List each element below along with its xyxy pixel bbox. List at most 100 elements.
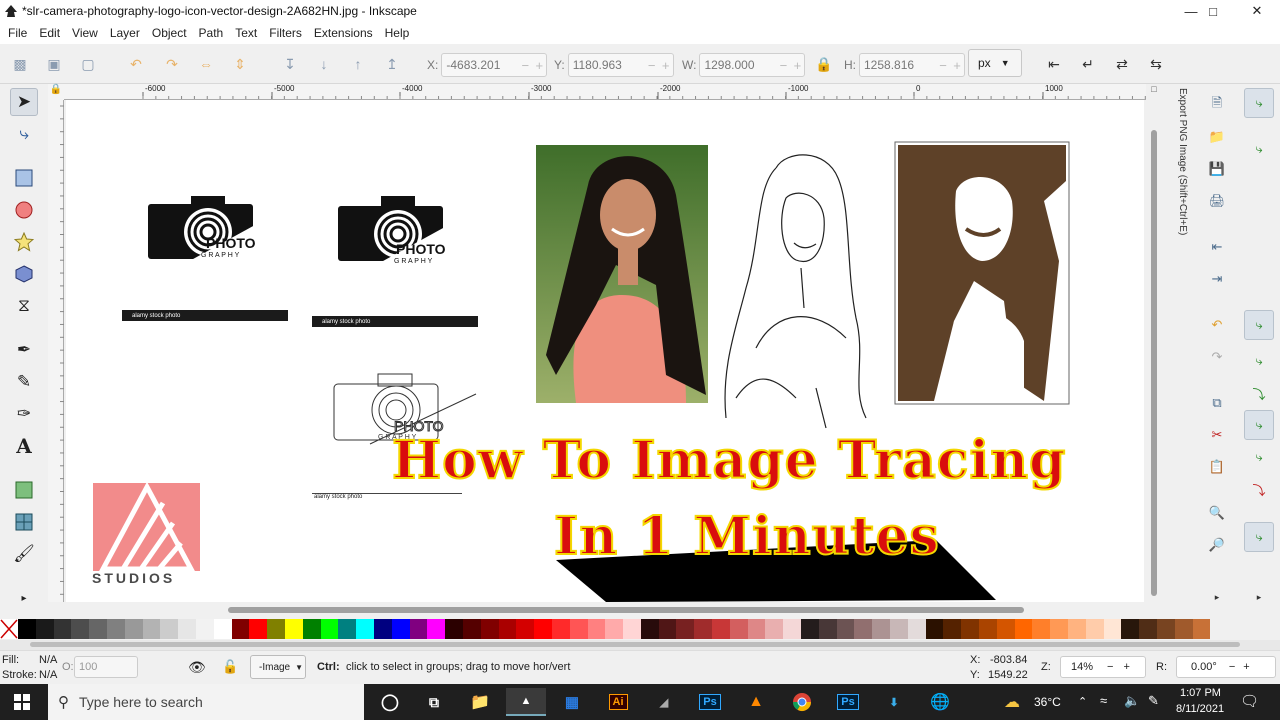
- calligraphy-tool-icon[interactable]: ✑: [10, 400, 38, 428]
- rectangle-tool-icon[interactable]: [10, 164, 38, 192]
- snap-cusp-icon[interactable]: ⤷: [1244, 410, 1274, 440]
- rotate-plus[interactable]: +: [1243, 661, 1249, 673]
- palette-swatch[interactable]: [1139, 619, 1157, 639]
- menu-filters[interactable]: Filters: [265, 26, 310, 40]
- scale-stroke-icon[interactable]: ⇤: [1044, 54, 1064, 74]
- undo-icon[interactable]: ↶: [1206, 314, 1228, 336]
- opacity-field[interactable]: 100: [74, 656, 138, 678]
- menu-view[interactable]: View: [68, 26, 106, 40]
- pencil-tool-icon[interactable]: ✎: [10, 368, 38, 396]
- notifications-icon[interactable]: 🗨: [1240, 692, 1259, 710]
- vertical-scrollbar[interactable]: □: [1146, 84, 1162, 604]
- snap-more-icon[interactable]: ▸: [1248, 586, 1270, 608]
- wifi-icon[interactable]: ≈: [1100, 693, 1107, 708]
- zoom-minus[interactable]: −: [1107, 661, 1113, 673]
- palette-swatch[interactable]: [480, 619, 499, 639]
- palette-swatch[interactable]: [356, 619, 374, 639]
- palette-swatch[interactable]: [676, 619, 695, 639]
- transform-gradients-icon[interactable]: ⇄: [1112, 54, 1132, 74]
- clock-date[interactable]: 8/11/2021: [1176, 703, 1224, 715]
- transform-patterns-icon[interactable]: ⇆: [1146, 54, 1166, 74]
- snap-toggle-icon[interactable]: ⤷: [1244, 88, 1274, 118]
- download-app-icon[interactable]: ⬇: [874, 688, 914, 716]
- palette-swatch[interactable]: [178, 619, 196, 639]
- menu-edit[interactable]: Edit: [35, 26, 68, 40]
- y-plus[interactable]: +: [659, 58, 673, 73]
- weather-icon[interactable]: ☁: [1004, 692, 1020, 712]
- palette-swatch[interactable]: [498, 619, 517, 639]
- w-plus[interactable]: +: [790, 58, 804, 73]
- toggle-visibility-icon[interactable]: 👁: [188, 659, 206, 676]
- y-minus[interactable]: −: [645, 58, 659, 73]
- palette-swatch[interactable]: [747, 619, 766, 639]
- task-view-icon[interactable]: ⧉: [414, 688, 454, 716]
- select-all-icon[interactable]: ▩: [10, 54, 30, 74]
- palette-swatch[interactable]: [142, 619, 161, 639]
- rotate-field[interactable]: 0.00° − +: [1176, 656, 1276, 678]
- palette-swatch[interactable]: [623, 619, 641, 639]
- snap-paths-icon[interactable]: ⤷: [1248, 350, 1270, 372]
- zoom-drawing-icon[interactable]: 🔎: [1206, 534, 1228, 556]
- x-minus[interactable]: −: [518, 58, 532, 73]
- menu-object[interactable]: Object: [148, 26, 195, 40]
- palette-swatch[interactable]: [712, 619, 730, 639]
- sketch-trace[interactable]: [716, 148, 886, 438]
- photoshop-2-icon[interactable]: Ps: [828, 688, 868, 716]
- palette-swatch[interactable]: [1068, 619, 1086, 639]
- palette-swatch[interactable]: [925, 619, 944, 639]
- vertical-scroll-thumb[interactable]: [1151, 130, 1157, 596]
- palette-swatch[interactable]: [89, 619, 107, 639]
- export-dock-tab[interactable]: Export PNG Image (Shift+Ctrl+E): [1170, 88, 1188, 268]
- zoom-selection-icon[interactable]: 🔍: [1206, 502, 1228, 524]
- palette-swatch[interactable]: [534, 619, 552, 639]
- palette-swatch[interactable]: [53, 619, 72, 639]
- rotate-ccw-icon[interactable]: ↶: [126, 54, 146, 74]
- palette-swatch[interactable]: [658, 619, 677, 639]
- clock-time[interactable]: 1:07 PM: [1180, 687, 1221, 699]
- palette-swatch[interactable]: [907, 619, 926, 639]
- rotate-cw-icon[interactable]: ↷: [162, 54, 182, 74]
- no-paint-swatch[interactable]: [0, 619, 18, 639]
- redo-icon[interactable]: ↷: [1206, 346, 1228, 368]
- tray-expand-icon[interactable]: ⌃: [1078, 695, 1087, 708]
- menu-file[interactable]: File: [4, 26, 35, 40]
- lower-to-bottom-icon[interactable]: ↧: [280, 54, 300, 74]
- current-layer-select[interactable]: -Image ▼: [250, 655, 306, 679]
- maximize-button[interactable]: □: [1190, 0, 1236, 22]
- palette-swatch[interactable]: [783, 619, 802, 639]
- flip-horizontal-icon[interactable]: ⇔: [196, 54, 216, 74]
- rotate-value[interactable]: 0.00°: [1191, 661, 1217, 673]
- palette-swatch[interactable]: [373, 619, 392, 639]
- toggle-lock-icon[interactable]: 🔓: [222, 659, 238, 675]
- palette-swatch[interactable]: [284, 619, 303, 639]
- file-explorer-icon[interactable]: 📁: [460, 688, 500, 716]
- palette-scroll-thumb[interactable]: [30, 642, 1240, 647]
- menu-extensions[interactable]: Extensions: [310, 26, 381, 40]
- snap-midpoints-icon[interactable]: ⤵: [1248, 478, 1270, 500]
- toolbox-more-icon[interactable]: ▸: [10, 584, 38, 612]
- lock-ratio-icon[interactable]: 🔒: [814, 54, 834, 74]
- horizontal-scrollbar[interactable]: [64, 602, 1146, 618]
- horizontal-scroll-thumb[interactable]: [228, 607, 1024, 613]
- pen-tool-icon[interactable]: ✒: [10, 336, 38, 364]
- palette-swatch[interactable]: [18, 619, 36, 639]
- palette-swatch[interactable]: [818, 619, 837, 639]
- 3d-box-tool-icon[interactable]: [10, 260, 38, 288]
- print-icon[interactable]: 🖨: [1206, 190, 1228, 212]
- opacity-value[interactable]: 100: [79, 661, 97, 673]
- palette-swatch[interactable]: [267, 619, 285, 639]
- y-field[interactable]: Y: 1180.963− +: [554, 52, 674, 78]
- palette-swatch[interactable]: [694, 619, 713, 639]
- rotate-minus[interactable]: −: [1229, 661, 1235, 673]
- photoshop-icon[interactable]: Ps: [690, 688, 730, 716]
- zoom-field[interactable]: 14% − +: [1060, 656, 1146, 678]
- palette-swatch[interactable]: [943, 619, 962, 639]
- snap-nodes-icon[interactable]: ⤷: [1244, 310, 1274, 340]
- palette-swatch[interactable]: [231, 619, 250, 639]
- h-minus[interactable]: −: [936, 58, 950, 73]
- palette-swatch[interactable]: [106, 619, 125, 639]
- drawing-canvas[interactable]: PHOTO G R A P H Y alamy stock photo PHOT…: [66, 100, 1144, 602]
- paste-icon[interactable]: 📋: [1206, 456, 1228, 478]
- dropper-tool-icon[interactable]: 🖌: [10, 540, 38, 568]
- palette-swatch[interactable]: [462, 619, 481, 639]
